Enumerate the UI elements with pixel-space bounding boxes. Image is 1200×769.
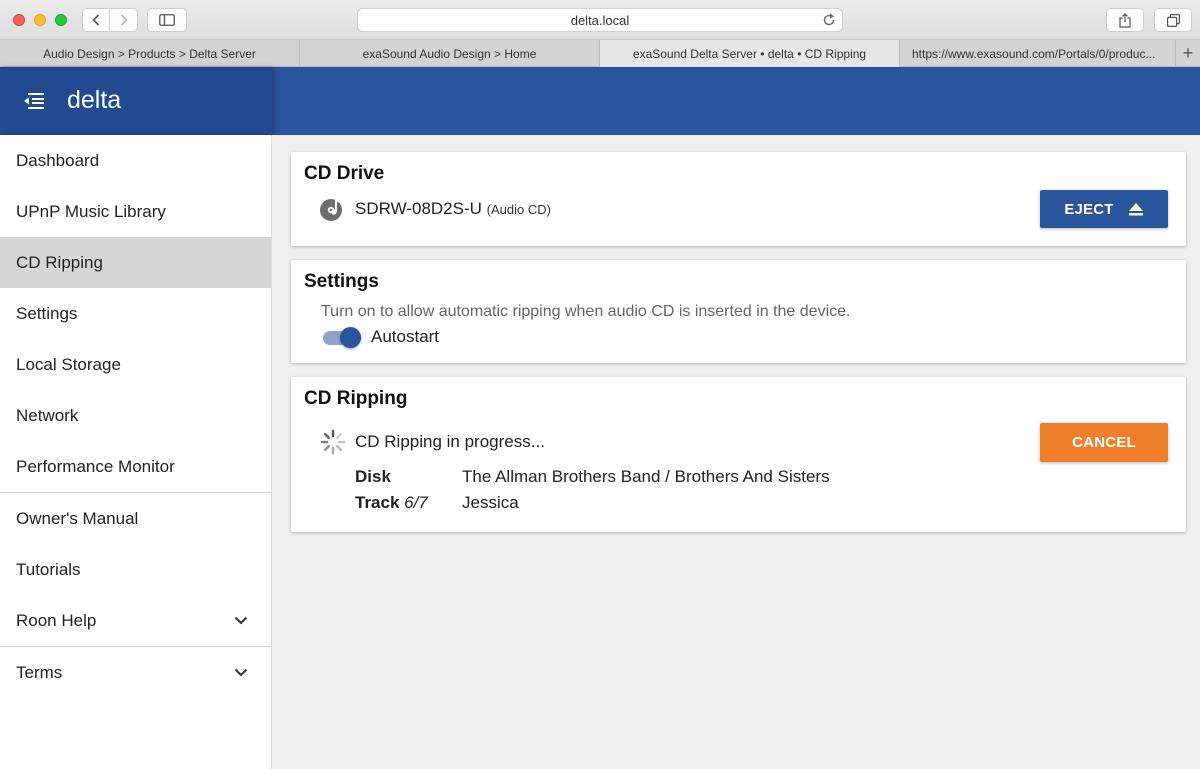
disk-label: Disk bbox=[355, 467, 391, 486]
sidebar-item-terms[interactable]: Terms bbox=[0, 647, 271, 698]
sidebar-item-local-storage[interactable]: Local Storage bbox=[0, 339, 271, 390]
sidebar-item-upnp-music-library[interactable]: UPnP Music Library bbox=[0, 186, 271, 237]
autostart-description: Turn on to allow automatic ripping when … bbox=[321, 303, 851, 320]
menu-collapse-icon[interactable] bbox=[23, 92, 44, 110]
tabs-overview-icon bbox=[1166, 13, 1180, 27]
eject-button[interactable]: EJECT bbox=[1040, 190, 1168, 228]
track-number: 6/7 bbox=[404, 493, 428, 512]
sidebar-toggle-button[interactable] bbox=[147, 8, 187, 32]
app-header: delta bbox=[0, 67, 1200, 135]
browser-tab[interactable]: Audio Design > Products > Delta Server bbox=[0, 40, 300, 67]
address-text: delta.local bbox=[570, 12, 630, 28]
reload-icon[interactable] bbox=[822, 13, 836, 27]
new-tab-button[interactable]: + bbox=[1176, 40, 1200, 67]
back-button[interactable] bbox=[82, 8, 110, 32]
sidebar-item-label: Terms bbox=[16, 662, 63, 682]
cd-drive-title: CD Drive bbox=[304, 163, 385, 184]
sidebar-item-label: CD Ripping bbox=[16, 252, 103, 272]
settings-card: Settings Turn on to allow automatic ripp… bbox=[291, 260, 1186, 363]
ripping-status: CD Ripping in progress... bbox=[355, 432, 545, 451]
sidebar-item-label: Roon Help bbox=[16, 610, 97, 630]
drive-media-type: (Audio CD) bbox=[486, 202, 551, 217]
sidebar-item-label: Local Storage bbox=[16, 354, 121, 374]
cd-drive-card: CD Drive SDRW-08D2S-U (Audio CD) EJECT bbox=[291, 152, 1186, 246]
browser-tab-active[interactable]: exaSound Delta Server • delta • CD Rippi… bbox=[600, 40, 900, 67]
sidebar-item-network[interactable]: Network bbox=[0, 390, 271, 441]
browser-titlebar: delta.local bbox=[0, 0, 1200, 40]
chevron-right-icon bbox=[120, 14, 128, 26]
cancel-button[interactable]: CANCEL bbox=[1040, 423, 1168, 462]
sidebar-item-performance-monitor[interactable]: Performance Monitor bbox=[0, 441, 271, 492]
sidebar-item-settings[interactable]: Settings bbox=[0, 288, 271, 339]
share-button[interactable] bbox=[1106, 8, 1144, 32]
eject-icon bbox=[1128, 203, 1143, 216]
drive-model: SDRW-08D2S-U bbox=[355, 199, 482, 218]
toggle-knob bbox=[340, 327, 361, 348]
zoom-window-button[interactable] bbox=[55, 14, 67, 26]
cd-ripping-card: CD Ripping CD Ripping in progress... CAN… bbox=[291, 377, 1186, 532]
sidebar-icon bbox=[159, 14, 175, 26]
drive-name: SDRW-08D2S-U (Audio CD) bbox=[355, 199, 551, 219]
chevron-down-icon[interactable] bbox=[233, 666, 249, 678]
settings-title: Settings bbox=[304, 271, 379, 292]
eject-label: EJECT bbox=[1064, 200, 1114, 218]
sidebar-item-label: Settings bbox=[16, 303, 78, 323]
chevron-left-icon bbox=[92, 14, 100, 26]
sidebar: Dashboard UPnP Music Library CD Ripping … bbox=[0, 135, 272, 769]
sidebar-item-dashboard[interactable]: Dashboard bbox=[0, 135, 271, 186]
sidebar-item-roon-help[interactable]: Roon Help bbox=[0, 595, 271, 646]
sidebar-item-label: Network bbox=[16, 405, 79, 425]
history-nav bbox=[82, 8, 138, 32]
sidebar-item-label: UPnP Music Library bbox=[16, 201, 166, 221]
sidebar-item-label: Tutorials bbox=[16, 559, 81, 579]
sidebar-item-label: Dashboard bbox=[16, 150, 100, 170]
sidebar-item-cd-ripping[interactable]: CD Ripping bbox=[0, 237, 271, 288]
minimize-window-button[interactable] bbox=[34, 14, 46, 26]
close-window-button[interactable] bbox=[13, 14, 25, 26]
brand-area: delta bbox=[0, 67, 272, 135]
autostart-toggle[interactable] bbox=[323, 326, 363, 350]
forward-button[interactable] bbox=[110, 8, 138, 32]
show-tabs-button[interactable] bbox=[1154, 8, 1192, 32]
sidebar-item-owners-manual[interactable]: Owner's Manual bbox=[0, 493, 271, 544]
browser-tab[interactable]: https://www.exasound.com/Portals/0/produ… bbox=[900, 40, 1176, 67]
address-bar[interactable]: delta.local bbox=[357, 8, 843, 32]
sidebar-item-label: Performance Monitor bbox=[16, 456, 175, 476]
autostart-label: Autostart bbox=[371, 327, 440, 346]
track-label-group: Track 6/7 bbox=[355, 493, 428, 513]
spinner-icon bbox=[320, 429, 346, 455]
track-label: Track bbox=[355, 493, 400, 512]
disk-value: The Allman Brothers Band / Brothers And … bbox=[462, 467, 830, 486]
share-icon bbox=[1119, 12, 1131, 28]
browser-tab[interactable]: exaSound Audio Design > Home bbox=[300, 40, 600, 67]
chevron-down-icon[interactable] bbox=[233, 614, 249, 626]
browser-tabstrip: Audio Design > Products > Delta Server e… bbox=[0, 40, 1200, 67]
main-content: CD Drive SDRW-08D2S-U (Audio CD) EJECT S… bbox=[272, 135, 1200, 769]
cd-ripping-title: CD Ripping bbox=[304, 388, 408, 409]
track-value: Jessica bbox=[462, 493, 519, 512]
cancel-label: CANCEL bbox=[1072, 434, 1136, 451]
sidebar-item-label: Owner's Manual bbox=[16, 508, 139, 528]
sidebar-item-tutorials[interactable]: Tutorials bbox=[0, 544, 271, 595]
brand-title: delta bbox=[67, 86, 122, 114]
disc-icon bbox=[320, 199, 342, 221]
